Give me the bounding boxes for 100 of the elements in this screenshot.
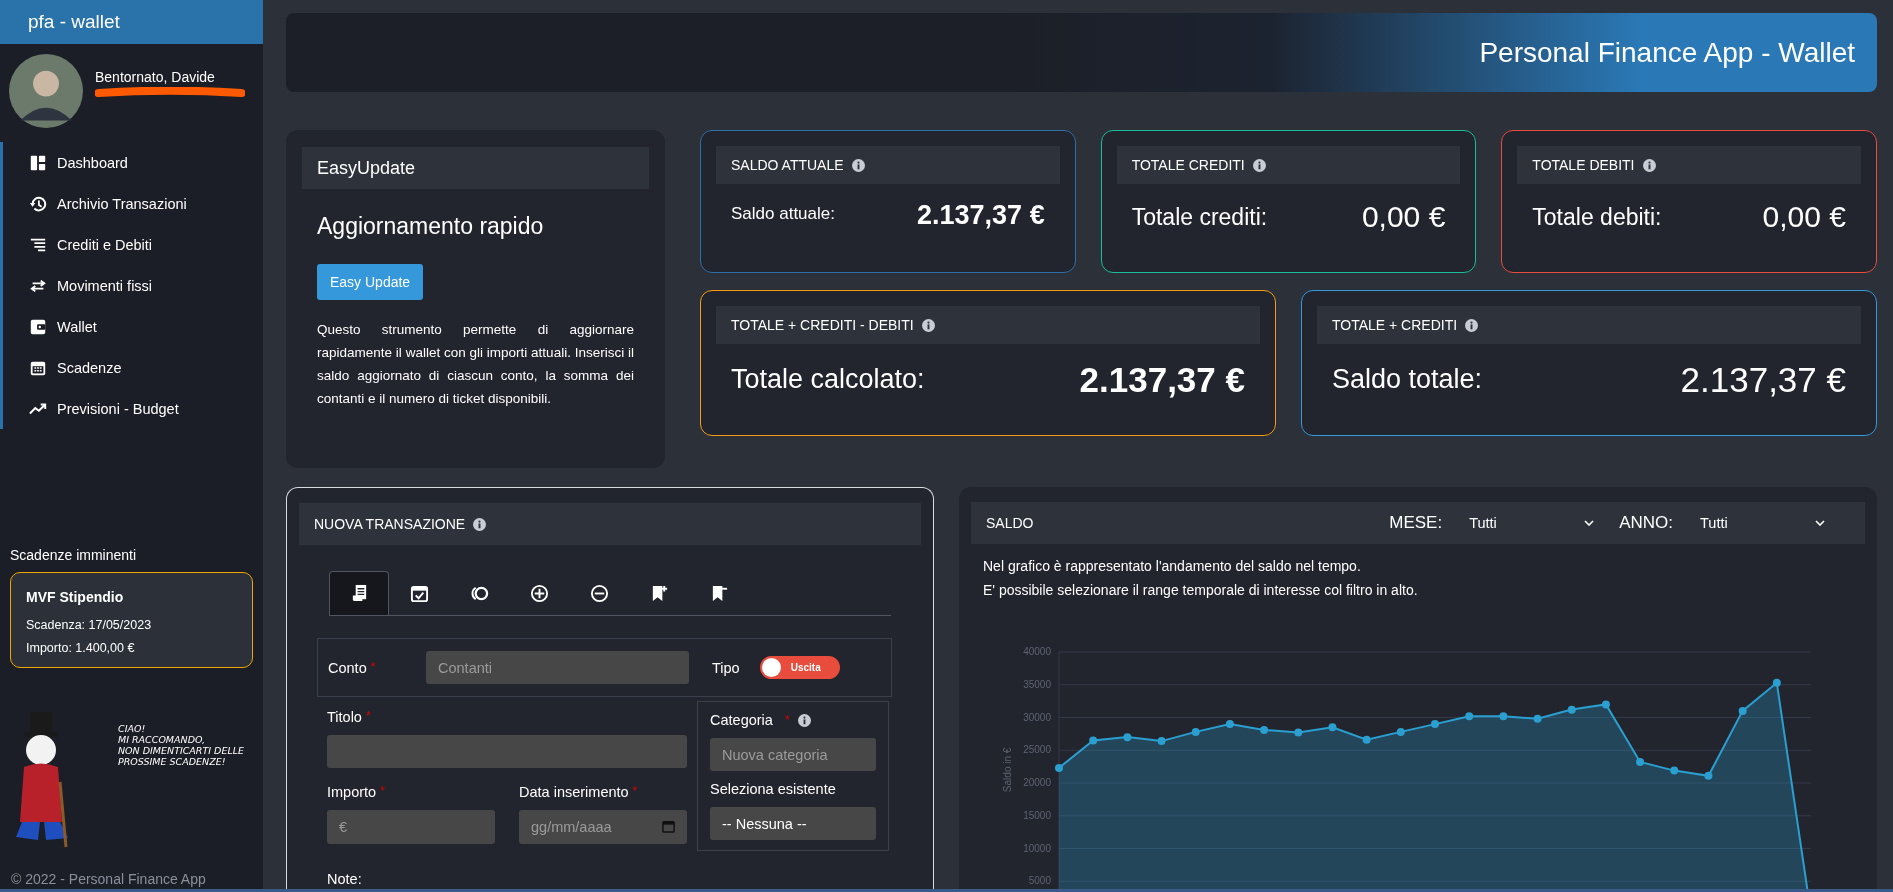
nav-item[interactable]: Archivio Transazioni bbox=[3, 183, 187, 224]
category-field[interactable]: Nuova categoria bbox=[710, 738, 876, 771]
year-select[interactable]: Tutti bbox=[1700, 515, 1825, 531]
data-point bbox=[1157, 737, 1166, 746]
page-title: Personal Finance App - Wallet bbox=[1479, 36, 1855, 69]
data-point bbox=[1772, 678, 1781, 687]
info-icon bbox=[921, 318, 935, 332]
data-point bbox=[1362, 735, 1371, 744]
nav-item[interactable]: Previsioni - Budget bbox=[3, 388, 179, 429]
required-mark: * bbox=[370, 659, 376, 674]
section-title: Scadenze imminenti bbox=[10, 547, 138, 563]
data-point bbox=[1396, 727, 1405, 736]
field-label: Titolo bbox=[327, 709, 362, 725]
info-icon bbox=[1642, 158, 1656, 172]
filter-label: MESE: bbox=[1389, 513, 1443, 533]
field-label: Categoria bbox=[710, 712, 773, 728]
data-point bbox=[1601, 700, 1610, 709]
required-mark: * bbox=[365, 709, 371, 723]
required-mark: * bbox=[632, 784, 638, 798]
deadline-title: MVF Stipendio bbox=[26, 589, 125, 605]
axis-tick: 30000 bbox=[1023, 711, 1051, 723]
plus-circle-icon bbox=[529, 584, 549, 603]
data-point bbox=[1738, 706, 1747, 715]
amount-value: 2.137,37 € bbox=[917, 200, 1045, 231]
data-point bbox=[1260, 725, 1269, 734]
info-icon bbox=[851, 158, 865, 172]
data-point bbox=[1567, 705, 1576, 714]
nav-item[interactable]: Crediti e Debiti bbox=[3, 224, 153, 265]
data-point bbox=[1431, 720, 1439, 729]
chevron-icon bbox=[1584, 520, 1595, 526]
speech-text: CIAO! MI RACCOMANDO, NON DIMENTICARTI DELLE PROSSIME SCADENZE! bbox=[118, 724, 244, 768]
dashboard-icon bbox=[29, 153, 47, 172]
data-point bbox=[1636, 758, 1645, 767]
info-icon bbox=[1252, 158, 1266, 172]
field-label: Seleziona esistente bbox=[710, 781, 836, 797]
axis-tick: 10000 bbox=[1023, 842, 1051, 854]
amount-label: Totale crediti: bbox=[1131, 204, 1268, 231]
avatar-icon bbox=[9, 54, 83, 128]
field-label: Conto bbox=[328, 659, 367, 676]
nav-item[interactable]: Movimenti fissi bbox=[3, 265, 153, 306]
nav-item[interactable]: Scadenze bbox=[3, 347, 122, 388]
deadline-amount: Importo: 1.400,00 € bbox=[26, 641, 136, 655]
axis-tick: 5000 bbox=[1028, 875, 1051, 887]
axis-tick: 25000 bbox=[1023, 744, 1051, 756]
coins-icon bbox=[469, 584, 489, 603]
account-field[interactable]: Contanti bbox=[426, 651, 689, 684]
data-point bbox=[1055, 763, 1063, 772]
description-text: Questo strumento permette di aggiornare rapidamente il wallet con gli importi attuali. Inserisci il saldo aggiornato di ciascun conto, la somma dei contanti e il numero di ticket disponibili. bbox=[317, 321, 634, 408]
card-title: TOTALE CREDITI bbox=[1131, 157, 1245, 173]
info-icon bbox=[473, 517, 487, 531]
info-icon bbox=[1465, 318, 1479, 332]
date-field[interactable]: gg/mm/aaaa bbox=[519, 810, 687, 844]
required-mark: * bbox=[380, 784, 385, 798]
description-text: E' possibile selezionare il range temporale di interesse col filtro in alto. bbox=[983, 582, 1419, 598]
axis-tick: 40000 bbox=[1023, 646, 1051, 657]
amount-value: 0,00 € bbox=[1762, 200, 1846, 234]
history-icon bbox=[29, 194, 47, 213]
brand-title: pfa - wallet bbox=[28, 11, 120, 33]
field-label: Tipo bbox=[712, 659, 740, 676]
data-point bbox=[1465, 712, 1474, 721]
card-title: NUOVA TRANSAZIONE bbox=[314, 516, 466, 532]
data-point bbox=[1670, 766, 1679, 775]
title-field[interactable] bbox=[327, 735, 687, 768]
field-label: Importo bbox=[327, 784, 377, 800]
calendar-check-icon bbox=[409, 584, 429, 603]
filter-label: ANNO: bbox=[1619, 513, 1673, 533]
footer-text: © 2022 - Personal Finance App bbox=[11, 871, 206, 887]
card-title: TOTALE + CREDITI bbox=[1332, 317, 1458, 333]
amount-label: Saldo attuale: bbox=[731, 204, 835, 224]
field-label: Data inserimento bbox=[519, 784, 629, 800]
axis-tick: 35000 bbox=[1023, 678, 1051, 690]
amount-label: Totale calcolato: bbox=[731, 364, 925, 395]
data-point bbox=[1328, 723, 1337, 732]
deadline-date: Scadenza: 17/05/2023 bbox=[26, 618, 153, 632]
type-toggle[interactable]: Uscita bbox=[759, 656, 840, 679]
required-mark: * bbox=[784, 713, 790, 727]
card-title: TOTALE + CREDITI - DEBITI bbox=[731, 317, 914, 333]
wallet-icon bbox=[29, 317, 47, 336]
amount-label: Totale debiti: bbox=[1532, 204, 1662, 231]
nav-item[interactable]: Wallet bbox=[3, 306, 97, 347]
calendar-icon bbox=[662, 820, 675, 833]
description-text: Nel grafico è rappresentato l'andamento del saldo nel tempo. bbox=[983, 558, 1362, 574]
category-select[interactable]: -- Nessuna -- bbox=[710, 807, 876, 840]
amount-value: 0,00 € bbox=[1361, 200, 1446, 234]
card-title: TOTALE DEBITI bbox=[1532, 157, 1635, 173]
amount-field[interactable]: € bbox=[327, 810, 495, 844]
data-point bbox=[1123, 733, 1132, 742]
data-point bbox=[1499, 712, 1508, 721]
axis-tick: 20000 bbox=[1023, 777, 1051, 788]
data-point bbox=[1294, 728, 1303, 737]
chevron-icon bbox=[1815, 520, 1825, 526]
data-point bbox=[1089, 736, 1098, 745]
nav-item[interactable]: Dashboard bbox=[3, 142, 128, 183]
amount-label: Saldo totale: bbox=[1332, 364, 1483, 395]
card-title: SALDO ATTUALE bbox=[731, 157, 844, 173]
amount-value: 2.137,37 € bbox=[1680, 360, 1846, 400]
tab[interactable] bbox=[329, 571, 389, 615]
axis-tick: 15000 bbox=[1023, 809, 1051, 821]
month-select[interactable]: Tutti bbox=[1469, 515, 1595, 531]
card-heading: Aggiornamento rapido bbox=[317, 213, 545, 240]
